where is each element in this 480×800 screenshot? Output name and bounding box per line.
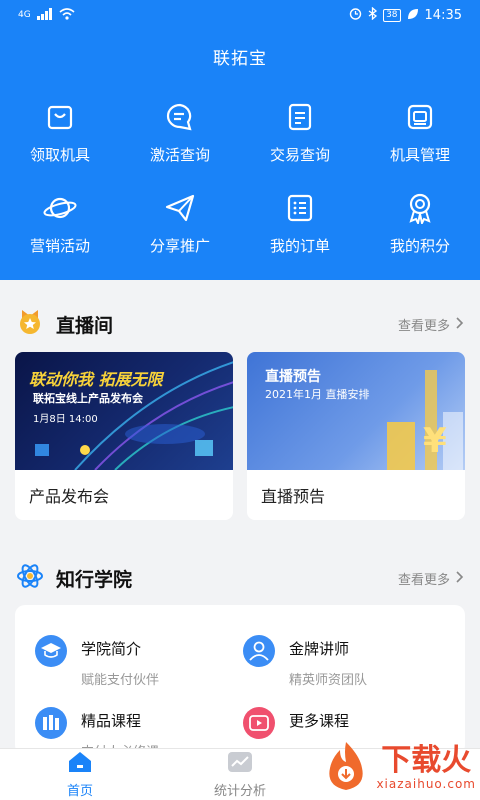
menu-label: 交易查询: [269, 146, 330, 164]
launch-event-banner: 联动你我 拓展无限 联拓宝线上产品发布会 1月8日 14:00: [15, 352, 233, 470]
status-bar: 4G 38 14:35: [0, 0, 480, 30]
card-caption: 产品发布会: [29, 487, 110, 506]
academy-section-title: 知行学院: [56, 569, 133, 591]
stats-icon: [225, 750, 255, 778]
chevron-right-icon: [456, 316, 464, 333]
svg-text:¥: ¥: [423, 421, 447, 461]
item-subtitle: 赋能支付伙伴: [81, 673, 160, 688]
document-icon: [282, 100, 318, 134]
gold-lecturer[interactable]: 金牌讲师 精英师资团队: [243, 635, 367, 688]
atom-icon: [16, 562, 44, 595]
item-title: 更多课程: [289, 712, 350, 730]
more-courses[interactable]: 更多课程: [243, 707, 349, 739]
menu-label: 营销活动: [29, 237, 90, 255]
wifi-icon: [59, 7, 75, 23]
menu-label: 分享推广: [149, 237, 210, 255]
award-icon: [402, 191, 438, 225]
chat-search-icon: [162, 100, 198, 134]
menu-share-promotion[interactable]: 分享推广: [120, 191, 240, 256]
battery-icon: 38: [383, 8, 401, 22]
watermark-sub: xiazaihuo.com: [376, 777, 476, 791]
tab-home[interactable]: 首页: [0, 749, 160, 800]
live-more-link[interactable]: 查看更多: [398, 315, 464, 334]
network-type: 4G: [18, 10, 31, 20]
banner-date: 1月8日 14:00: [33, 414, 98, 425]
quick-menu-grid: 领取机具 激活查询 交易查询 机具管理 营销活动 分享推广 我的订单 我的积分: [0, 100, 480, 256]
menu-label: 激活查询: [149, 146, 210, 164]
chevron-right-icon: [456, 570, 464, 587]
more-label: 查看更多: [397, 573, 450, 588]
menu-my-points[interactable]: 我的积分: [360, 191, 480, 256]
live-section-title: 直播间: [56, 315, 114, 337]
item-title: 金牌讲师: [289, 640, 350, 658]
menu-marketing-activity[interactable]: 营销活动: [0, 191, 120, 256]
list-icon: [282, 191, 318, 225]
academy-more-link[interactable]: 查看更多: [398, 569, 464, 588]
bluetooth-icon: [368, 6, 378, 23]
menu-label: 领取机具: [29, 146, 90, 164]
flame-logo-icon: [320, 740, 372, 796]
item-title: 精品课程: [81, 712, 142, 730]
device-icon: [402, 100, 438, 134]
video-play-icon: [243, 707, 275, 739]
menu-transaction-query[interactable]: 交易查询: [240, 100, 360, 165]
tab-label: 首页: [66, 784, 93, 799]
item-subtitle: 精英师资团队: [289, 673, 368, 688]
header-area: 4G 38 14:35 联拓宝 领取机具 激活查询 交易查询 机具管理 营销活动…: [0, 0, 480, 280]
more-label: 查看更多: [397, 319, 450, 334]
academy-intro[interactable]: 学院简介 赋能支付伙伴: [35, 635, 159, 688]
menu-get-device[interactable]: 领取机具: [0, 100, 120, 165]
banner-subheading: 2021年1月 直播安排: [265, 388, 370, 401]
menu-label: 我的订单: [269, 237, 330, 255]
card-caption: 直播预告: [261, 487, 326, 506]
graduation-cap-icon: [35, 635, 67, 667]
home-icon: [65, 750, 95, 778]
app-title: 联拓宝: [213, 49, 267, 69]
send-icon: [162, 191, 198, 225]
leaf-icon: [407, 8, 419, 23]
menu-device-management[interactable]: 机具管理: [360, 100, 480, 165]
clock: 14:35: [424, 7, 462, 23]
teacher-icon: [243, 635, 275, 667]
planet-icon: [42, 191, 78, 225]
academy-section-header: 知行学院 查看更多: [16, 562, 464, 595]
tab-label: 统计分析: [213, 784, 266, 799]
battery-level: 38: [383, 8, 401, 22]
banner-heading: 联动你我 拓展无限: [29, 370, 163, 389]
menu-activation-query[interactable]: 激活查询: [120, 100, 240, 165]
watermark-main: 下载火: [381, 743, 472, 778]
watermark: 下载火 xiazaihuo.com: [320, 740, 476, 796]
live-card[interactable]: 联动你我 拓展无限 联拓宝线上产品发布会 1月8日 14:00 产品发布会: [15, 352, 233, 520]
bag-icon: [42, 100, 78, 134]
live-card[interactable]: ¥ 直播预告 2021年1月 直播安排 直播预告: [247, 352, 465, 520]
live-cards: 联动你我 拓展无限 联拓宝线上产品发布会 1月8日 14:00 产品发布会 ¥ …: [15, 352, 465, 520]
live-preview-banner: ¥ 直播预告 2021年1月 直播安排: [247, 352, 465, 470]
books-icon: [35, 707, 67, 739]
medal-icon: [16, 308, 44, 341]
banner-subheading: 联拓宝线上产品发布会: [33, 392, 143, 405]
item-title: 学院简介: [81, 640, 142, 658]
signal-icon: [36, 7, 53, 23]
live-section-header: 直播间 查看更多: [16, 308, 464, 341]
menu-label: 我的积分: [389, 237, 450, 255]
menu-label: 机具管理: [389, 146, 450, 164]
academy-panel: 学院简介 赋能支付伙伴 金牌讲师 精英师资团队 精品课程 支付人必修课 更多课程: [15, 605, 465, 760]
alarm-icon: [349, 7, 362, 23]
banner-heading: 直播预告: [265, 369, 321, 385]
tab-statistics[interactable]: 统计分析: [160, 749, 320, 800]
menu-my-orders[interactable]: 我的订单: [240, 191, 360, 256]
